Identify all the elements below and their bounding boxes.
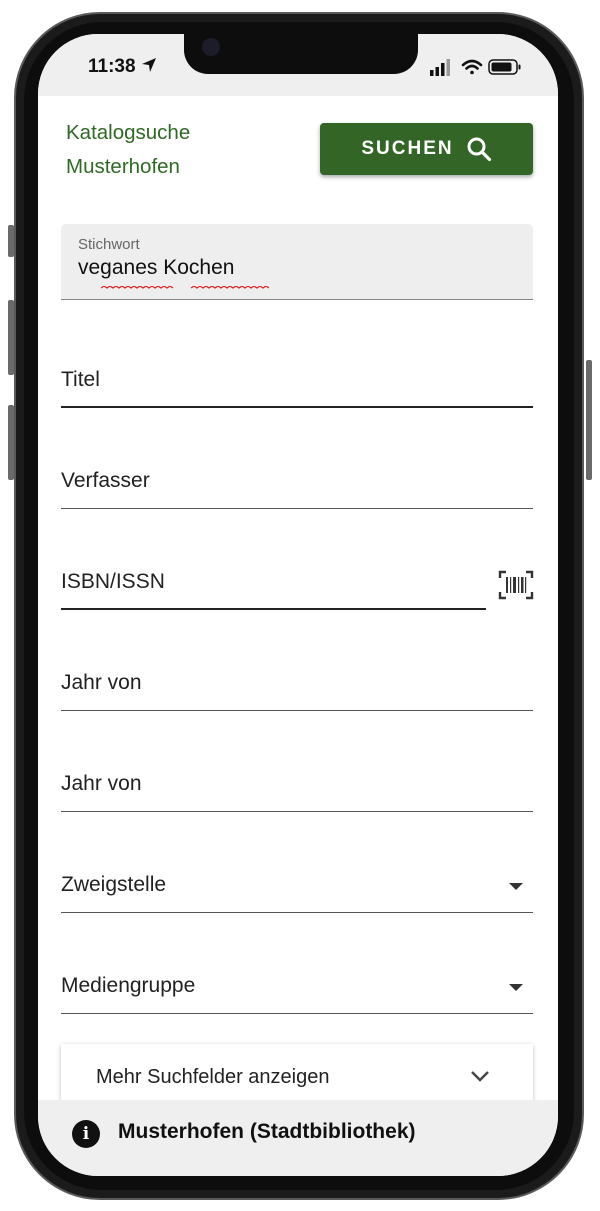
more-search-fields-label: Mehr Suchfelder anzeigen — [96, 1066, 330, 1088]
front-camera — [202, 38, 220, 56]
keyword-label: Stichwort — [78, 236, 140, 253]
dropdown-arrow-icon — [509, 883, 523, 890]
spellcheck-underline — [101, 286, 269, 289]
branch-select[interactable]: Zweigstelle — [61, 861, 533, 913]
library-name: Musterhofen (Stadtbibliothek) — [118, 1120, 416, 1143]
title-label: Titel — [61, 368, 100, 391]
battery-icon — [488, 59, 521, 75]
keyword-input[interactable] — [78, 256, 508, 280]
year-to-label: Jahr von — [61, 772, 142, 795]
info-icon: i — [72, 1120, 100, 1148]
status-bar: 11:38 — [38, 34, 558, 96]
page-title-line2: Musterhofen — [66, 155, 180, 178]
dropdown-arrow-icon — [509, 984, 523, 991]
signal-icon — [430, 59, 450, 76]
status-time: 11:38 — [88, 56, 136, 77]
branch-label: Zweigstelle — [61, 873, 167, 896]
search-icon — [467, 137, 491, 162]
chevron-down-icon — [471, 1071, 489, 1082]
media-group-select[interactable]: Mediengruppe — [61, 962, 533, 1014]
page-title-line1: Katalogsuche — [66, 121, 191, 144]
title-field[interactable]: Titel — [61, 356, 533, 408]
year-to-field[interactable]: Jahr von — [61, 760, 533, 812]
author-label: Verfasser — [61, 469, 150, 492]
isbn-field[interactable]: ISBN/ISSN — [61, 558, 486, 610]
year-from-label: Jahr von — [61, 671, 142, 694]
keyword-field[interactable]: Stichwort — [61, 224, 533, 300]
notch — [184, 34, 418, 74]
app-screen: 11:38 Katalogsuche Musterhofen SUCHEN St… — [38, 34, 558, 1176]
status-icons — [430, 59, 521, 76]
year-from-field[interactable]: Jahr von — [61, 659, 533, 711]
barcode-scan-icon[interactable] — [498, 570, 534, 600]
page-title: Katalogsuche Musterhofen — [66, 116, 286, 184]
location-arrow-icon — [142, 58, 156, 72]
isbn-label: ISBN/ISSN — [61, 570, 165, 593]
power-button — [586, 360, 592, 480]
search-button[interactable]: SUCHEN — [320, 123, 533, 175]
search-button-label: SUCHEN — [361, 138, 454, 159]
author-field[interactable]: Verfasser — [61, 457, 533, 509]
media-group-label: Mediengruppe — [61, 974, 196, 997]
library-info-bar[interactable]: i Musterhofen (Stadtbibliothek) — [38, 1100, 558, 1176]
wifi-icon — [461, 59, 483, 75]
